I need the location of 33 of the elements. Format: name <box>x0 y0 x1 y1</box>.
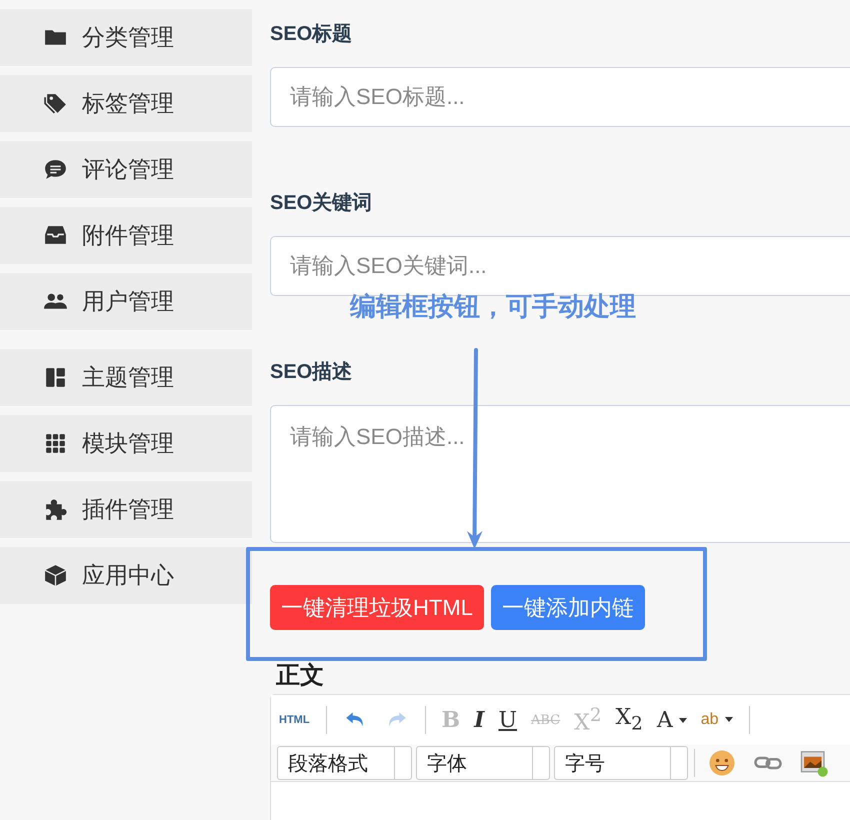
sidebar-item[interactable]: 应用中心 <box>0 547 252 604</box>
image-icon[interactable] <box>799 748 829 778</box>
html-mode-button[interactable]: HTML <box>279 714 310 726</box>
speech-bubble-icon <box>43 157 68 182</box>
sidebar-item[interactable]: 模块管理 <box>0 415 252 472</box>
font-color-button[interactable]: A <box>656 708 687 732</box>
field-label: 正文 <box>276 661 324 689</box>
field-label: SEO标题 <box>270 22 354 46</box>
smiley-icon[interactable] <box>707 748 737 778</box>
grid-icon <box>43 431 68 456</box>
sidebar-item[interactable]: 分类管理 <box>0 9 252 66</box>
input-field[interactable]: 请输入SEO标题... <box>270 67 850 127</box>
field-label: SEO描述 <box>270 360 354 384</box>
sidebar-item[interactable]: 用户管理 <box>0 273 252 330</box>
clean-html-button[interactable]: 一键清理垃圾HTML <box>270 585 484 630</box>
puzzle-icon <box>43 497 68 522</box>
editor-select[interactable]: 段落格式 <box>277 746 412 780</box>
textarea-field[interactable]: 请输入SEO描述... <box>270 405 850 543</box>
sidebar-item[interactable]: 标签管理 <box>0 75 252 132</box>
editor-select[interactable]: 字体 <box>416 746 550 780</box>
sidebar-item[interactable]: 附件管理 <box>0 207 252 264</box>
sidebar-item[interactable]: 插件管理 <box>0 481 252 538</box>
layout-icon <box>43 365 68 390</box>
field-label: SEO关键词 <box>270 190 374 215</box>
format-button[interactable]: X$_{2}$ <box>615 705 643 735</box>
format-button[interactable]: I <box>474 707 484 733</box>
editor-select[interactable]: 字号 <box>554 746 688 780</box>
format-button[interactable]: U <box>498 708 517 732</box>
tag-icon <box>43 91 68 116</box>
cube-icon <box>43 563 68 588</box>
add-link-button[interactable]: 一键添加内链 <box>490 585 645 630</box>
sidebar-item[interactable]: 主题管理 <box>0 349 252 406</box>
sidebar-item[interactable]: 评论管理 <box>0 141 252 198</box>
